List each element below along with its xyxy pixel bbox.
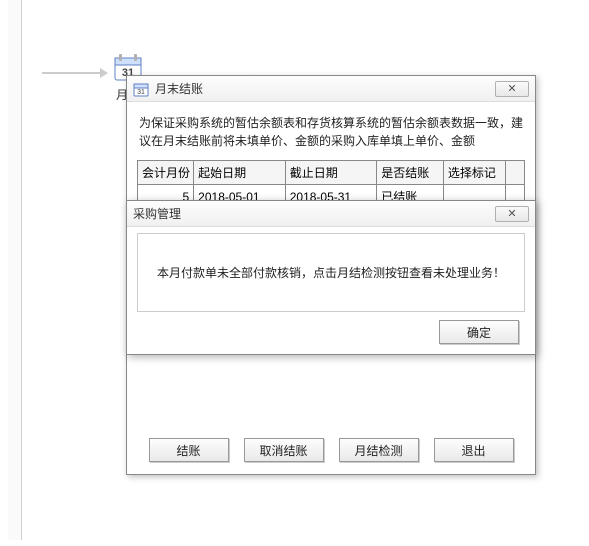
col-end: 截止日期 bbox=[285, 161, 377, 185]
calendar-icon: 31 bbox=[133, 81, 149, 97]
close-icon: ✕ bbox=[507, 207, 516, 220]
table-header-row: 会计月份 起始日期 截止日期 是否结账 选择标记 bbox=[138, 161, 525, 185]
purchase-alert-dialog: 采购管理 ✕ 本月付款单未全部付款核销，点击月结检测按钮查看未处理业务！ 确定 bbox=[126, 200, 536, 355]
month-check-button[interactable]: 月结检测 bbox=[339, 438, 419, 462]
alert-message: 本月付款单未全部付款核销，点击月结检测按钮查看未处理业务！ bbox=[137, 233, 525, 312]
dialog-title: 采购管理 bbox=[133, 205, 181, 222]
svg-text:31: 31 bbox=[137, 89, 145, 96]
close-button[interactable]: ✕ bbox=[495, 206, 529, 222]
close-icon: ✕ bbox=[507, 82, 516, 95]
exit-button[interactable]: 退出 bbox=[434, 438, 514, 462]
dialog-titlebar[interactable]: 31 月末结账 ✕ bbox=[127, 76, 535, 102]
col-start: 起始日期 bbox=[194, 161, 286, 185]
cancel-close-button[interactable]: 取消结账 bbox=[244, 438, 324, 462]
arrow-icon bbox=[42, 72, 102, 74]
notice-text: 为保证采购系统的暂估余额表和存货核算系统的暂估余额表数据一致，建议在月末结账前将… bbox=[137, 110, 525, 160]
col-mark: 选择标记 bbox=[443, 161, 505, 185]
close-button[interactable]: ✕ bbox=[495, 81, 529, 97]
dialog-title: 月末结账 bbox=[155, 80, 203, 97]
dialog-titlebar[interactable]: 采购管理 ✕ bbox=[127, 201, 535, 227]
col-status: 是否结账 bbox=[377, 161, 444, 185]
ok-button[interactable]: 确定 bbox=[439, 320, 519, 344]
col-scroll bbox=[506, 161, 525, 185]
close-book-button[interactable]: 结账 bbox=[149, 438, 229, 462]
dialog-button-row: 结账 取消结账 月结检测 退出 bbox=[127, 438, 535, 462]
col-period: 会计月份 bbox=[138, 161, 194, 185]
